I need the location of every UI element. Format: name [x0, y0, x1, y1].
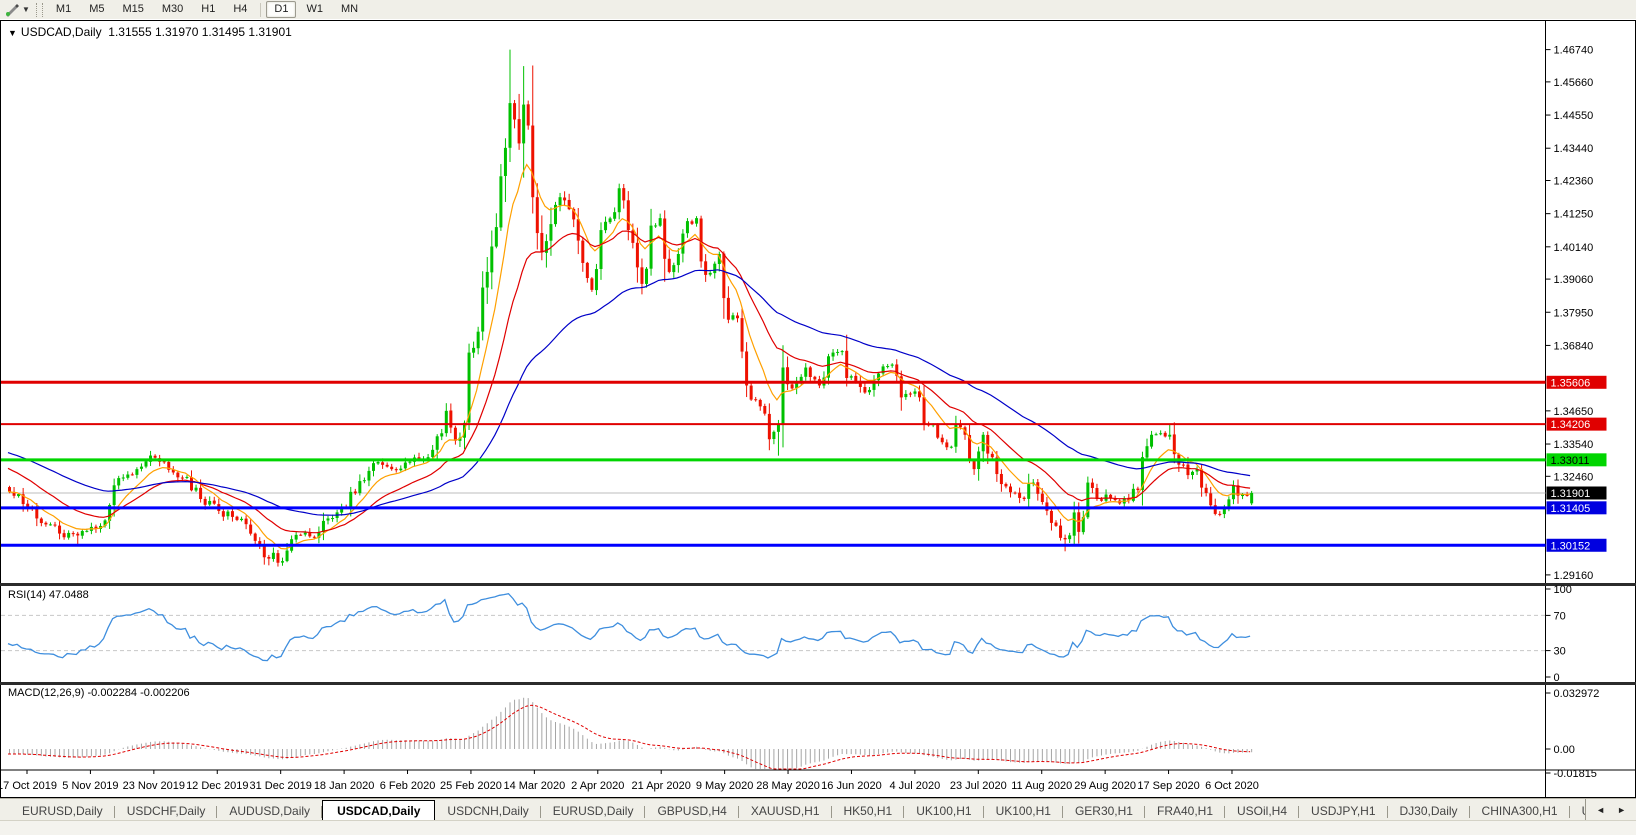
toolbar-grip[interactable] — [36, 3, 43, 17]
chart-title-collapse-icon[interactable]: ▼ — [8, 28, 17, 38]
chart-tab-usdjpy-h1[interactable]: USDJPY,H1 — [1299, 801, 1387, 821]
date-tick-label: 12 Dec 2019 — [186, 780, 248, 792]
date-tick-label: 23 Jul 2020 — [950, 780, 1007, 792]
rsi-value: 47.0488 — [49, 589, 89, 601]
rsi-axis-label: 100 — [1554, 584, 1572, 596]
hline-price-label-text: 1.31405 — [1551, 503, 1591, 515]
chart-tabbar: EURUSD,DailyUSDCHF,DailyAUDUSD,DailyUSDC… — [0, 798, 1636, 821]
date-tick-label: 6 Oct 2020 — [1205, 780, 1259, 792]
date-tick-label: 14 Mar 2020 — [503, 780, 565, 792]
date-tick-label: 23 Nov 2019 — [123, 780, 185, 792]
price-tick-label: 1.44550 — [1554, 110, 1594, 122]
date-tick-label: 4 Jul 2020 — [889, 780, 940, 792]
chart-tabs: EURUSD,DailyUSDCHF,DailyAUDUSD,DailyUSDC… — [0, 799, 1585, 821]
price-tick-label: 1.43440 — [1554, 143, 1594, 155]
timeframe-button-m15[interactable]: M15 — [114, 1, 151, 18]
timeframe-button-m30[interactable]: M30 — [154, 1, 191, 18]
date-tick-label: 21 Apr 2020 — [632, 780, 691, 792]
price-tick-label: 1.32460 — [1554, 471, 1594, 483]
tab-scroll-left-icon[interactable]: ◄ — [1590, 803, 1611, 817]
macd-values: -0.002284 -0.002206 — [87, 687, 189, 699]
date-tick-label: 5 Nov 2019 — [62, 780, 118, 792]
price-tick-label: 1.33540 — [1554, 439, 1594, 451]
chart-tab-audusd-daily[interactable]: AUDUSD,Daily — [217, 801, 322, 821]
chart-tab-usoil-h1[interactable]: USOil,H1 — [1570, 801, 1586, 821]
rsi-axis-label: 70 — [1554, 610, 1566, 622]
timeframe-toolbar: ▼ M1M5M15M30H1H4 D1W1MN — [0, 0, 1636, 20]
macd-axis-label: -0.01815 — [1554, 768, 1597, 780]
date-tick-label: 9 May 2020 — [696, 780, 753, 792]
hline-price-label-text: 1.33011 — [1551, 455, 1590, 467]
draw-tool-caret-icon[interactable]: ▼ — [22, 5, 30, 14]
rsi-axis-label: 0 — [1554, 672, 1560, 684]
chart-tab-usoil-h4[interactable]: USOil,H4 — [1225, 801, 1299, 821]
macd-indicator-label: MACD(12,26,9) -0.002284 -0.002206 — [8, 687, 190, 699]
chart-window: 1.46740 1.45660 1.44550 1.43440 1.42360 1.412… — [0, 19, 1636, 798]
chart-tab-fra40-h1[interactable]: FRA40,H1 — [1145, 801, 1225, 821]
rsi-axis-label: 30 — [1554, 646, 1566, 658]
timeframe-button-mn[interactable]: MN — [333, 1, 366, 18]
hline-price-label-text: 1.34206 — [1551, 419, 1591, 431]
date-tick-label: 31 Dec 2019 — [249, 780, 311, 792]
price-tick-label: 1.39060 — [1554, 274, 1594, 286]
toolbar-separator — [260, 3, 261, 17]
chart-tab-eurusd-daily[interactable]: EURUSD,Daily — [10, 801, 115, 821]
pane-divider-rsi[interactable] — [0, 583, 1636, 586]
price-tick-label: 1.45660 — [1554, 77, 1594, 89]
timeframe-button-h4[interactable]: H4 — [225, 1, 255, 18]
price-tick-label: 1.42360 — [1554, 175, 1594, 187]
current-price-label-text: 1.31901 — [1551, 488, 1591, 500]
date-tick-label: 29 Aug 2020 — [1074, 780, 1136, 792]
chart-title: ▼ USDCAD,Daily 1.31555 1.31970 1.31495 1.… — [8, 25, 292, 39]
timeframe-button-h1[interactable]: H1 — [193, 1, 223, 18]
date-tick-label: 28 May 2020 — [756, 780, 820, 792]
chart-canvas[interactable]: 1.46740 1.45660 1.44550 1.43440 1.42360 1.412… — [0, 19, 1636, 798]
price-tick-label: 1.46740 — [1554, 45, 1594, 57]
timeframe-button-m1[interactable]: M1 — [48, 1, 79, 18]
date-tick-label: 11 Aug 2020 — [1011, 780, 1072, 792]
price-tick-label: 1.34650 — [1554, 406, 1594, 418]
timeframe-button-d1[interactable]: D1 — [266, 1, 296, 18]
price-tick-label: 1.37950 — [1554, 307, 1594, 319]
chart-tab-gbpusd-h4[interactable]: GBPUSD,H4 — [645, 801, 738, 821]
price-tick-label: 1.29160 — [1554, 570, 1594, 582]
timeframe-button-w1[interactable]: W1 — [298, 1, 331, 18]
chart-tab-usdchf-daily[interactable]: USDCHF,Daily — [115, 801, 218, 821]
price-tick-label: 1.41250 — [1554, 209, 1594, 221]
chart-tab-usdcad-daily[interactable]: USDCAD,Daily — [322, 800, 435, 821]
tab-scroll-controls: ◄ ► — [1585, 799, 1636, 821]
timeframe-button-m5[interactable]: M5 — [81, 1, 112, 18]
date-tick-label: 25 Feb 2020 — [440, 780, 502, 792]
chart-tab-eurusd-daily[interactable]: EURUSD,Daily — [541, 801, 646, 821]
date-tick-label: 17 Oct 2019 — [0, 780, 57, 792]
hline-price-label-text: 1.35606 — [1551, 377, 1591, 389]
date-tick-label: 16 Jun 2020 — [821, 780, 882, 792]
mt4-workspace: { "toolbar": { "draw_tool_caret": "▼", "… — [0, 0, 1636, 835]
chart-tab-hk50-h1[interactable]: HK50,H1 — [832, 801, 905, 821]
macd-axis-label: 0.00 — [1554, 744, 1575, 756]
date-tick-label: 18 Jan 2020 — [314, 780, 375, 792]
chart-tab-ger30-h1[interactable]: GER30,H1 — [1063, 801, 1145, 821]
hline-price-label-text: 1.30152 — [1551, 540, 1591, 552]
pane-divider-macd[interactable] — [0, 682, 1636, 685]
tab-scroll-right-icon[interactable]: ► — [1611, 803, 1632, 817]
chart-tab-dj30-daily[interactable]: DJ30,Daily — [1388, 801, 1470, 821]
chart-quote-values: 1.31555 1.31970 1.31495 1.31901 — [108, 25, 292, 39]
date-tick-label: 2 Apr 2020 — [571, 780, 624, 792]
chart-tab-uk100-h1[interactable]: UK100,H1 — [904, 801, 983, 821]
price-tick-label: 1.40140 — [1554, 242, 1594, 254]
chart-tab-china300-h1[interactable]: CHINA300,H1 — [1470, 801, 1570, 821]
date-tick-label: 6 Feb 2020 — [380, 780, 436, 792]
chart-symbol-period: USDCAD,Daily — [21, 25, 102, 39]
chart-tab-uk100-h1[interactable]: UK100,H1 — [984, 801, 1063, 821]
chart-tab-usdcnh-daily[interactable]: USDCNH,Daily — [435, 801, 540, 821]
chart-tab-xauusd-h1[interactable]: XAUUSD,H1 — [739, 801, 832, 821]
draw-tool-icon[interactable] — [2, 2, 22, 18]
rsi-indicator-label: RSI(14) 47.0488 — [8, 589, 89, 601]
chart-frame — [0, 20, 1636, 798]
price-tick-label: 1.36840 — [1554, 340, 1594, 352]
status-strip — [0, 820, 1636, 835]
date-tick-label: 17 Sep 2020 — [1137, 780, 1199, 792]
macd-axis-label: 0.032972 — [1554, 688, 1600, 700]
